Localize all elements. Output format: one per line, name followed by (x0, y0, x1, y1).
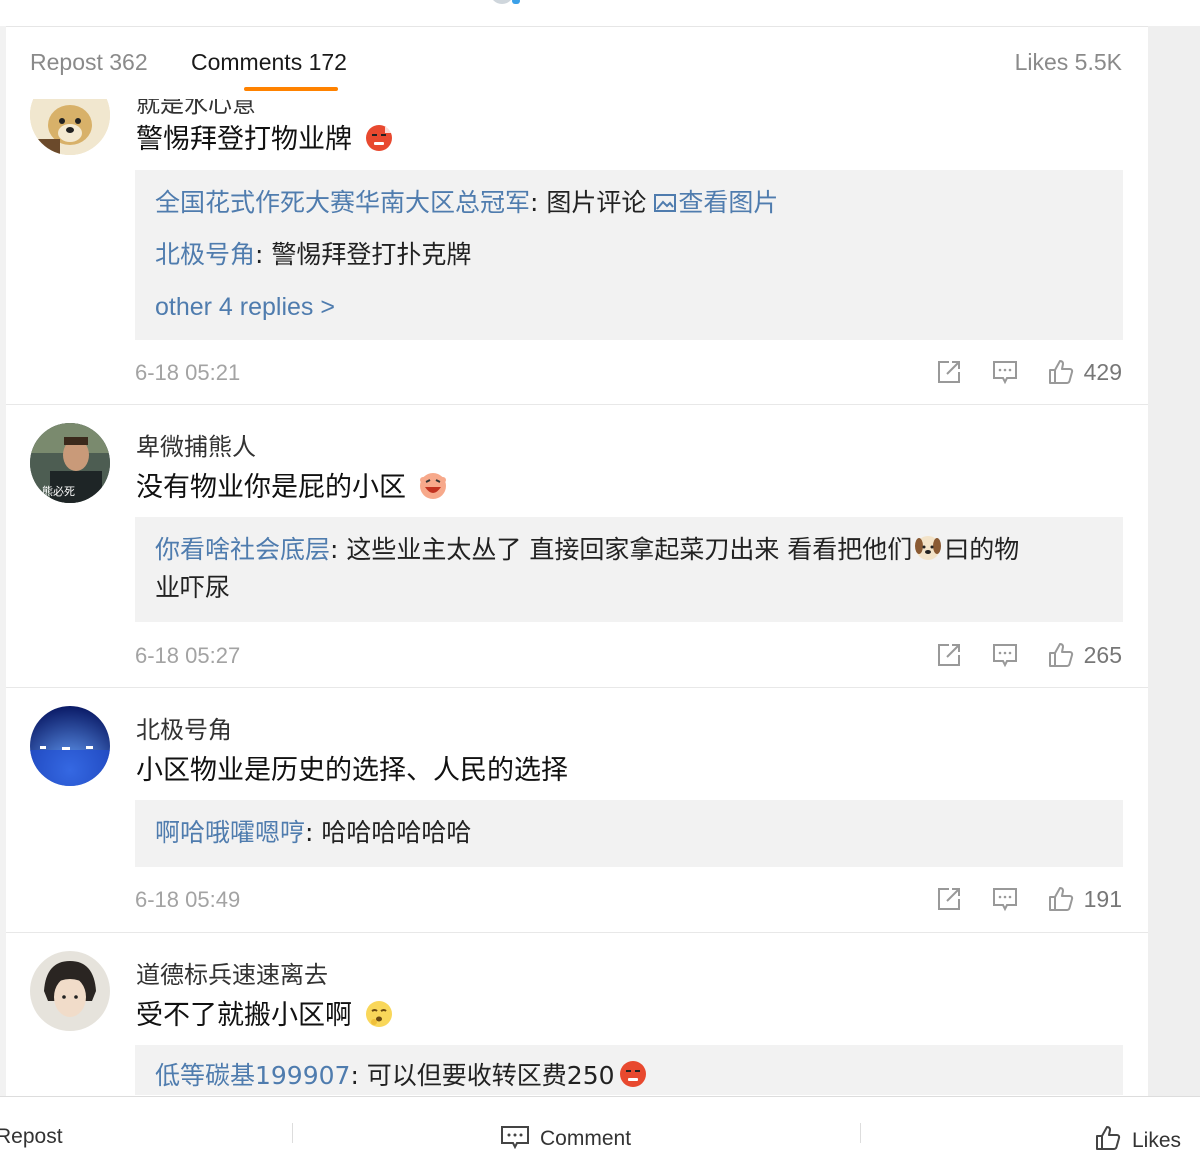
comment-item: 道德标兵速速离去 受不了就搬小区啊 低等碳基199907: 可以但要收转区费25… (6, 933, 1148, 1095)
tab-comments[interactable]: Comments 172 (191, 49, 347, 76)
top-avatar-fragment (490, 0, 514, 4)
avatar-caption: 熊必死 (42, 484, 75, 498)
share-icon[interactable] (936, 642, 962, 668)
reply-box[interactable]: 全国花式作死大赛华南大区总冠军: 图片评论 查看图片 北极号角: 警惕拜登打扑克… (135, 170, 1123, 340)
reply-text-tail: 曰的物 (944, 535, 1020, 564)
comment-author[interactable]: 道德标兵速速离去 (136, 955, 328, 990)
verified-badge-icon (512, 0, 520, 4)
like-button[interactable]: Likes (1094, 1125, 1181, 1153)
reply-item: 全国花式作死大赛华南大区总冠军: 图片评论 查看图片 (155, 184, 778, 222)
like-icon[interactable] (1048, 642, 1074, 668)
reply-box[interactable]: 低等碳基199907: 可以但要收转区费250 (135, 1045, 1123, 1095)
comment-text: 没有物业你是屁的小区 (136, 465, 447, 504)
like-count: 265 (1083, 641, 1122, 668)
comment-author[interactable]: 北极号角 (136, 710, 232, 745)
top-bar (0, 0, 1200, 27)
share-icon[interactable] (936, 886, 962, 912)
share-icon[interactable] (936, 359, 962, 385)
reply-item-continued: 业吓尿 (155, 569, 230, 607)
reply-text: : 可以但要收转区费250 (350, 1061, 615, 1090)
comment-button[interactable]: Comment (500, 1125, 631, 1151)
like-icon (1096, 1126, 1121, 1150)
comment-icon[interactable] (992, 359, 1018, 385)
comment-icon[interactable] (992, 886, 1018, 912)
tab-bar: Repost 362 Comments 172 Likes 5.5K (6, 27, 1148, 100)
reply-box[interactable]: 你看啥社会底层: 这些业主太丛了 直接回家拿起菜刀出来 看看把他们 曰的物 业吓尿 (135, 517, 1123, 622)
comment-text-content: 警惕拜登打物业牌 (136, 124, 352, 155)
more-replies-link[interactable]: other 4 replies > (155, 293, 335, 321)
reply-item: 低等碳基199907: 可以但要收转区费250 (155, 1057, 647, 1095)
comment-actions: 191 (906, 884, 1122, 914)
more-replies-item: other 4 replies > (155, 288, 335, 326)
reply-item: 北极号角: 警惕拜登打扑克牌 (155, 236, 471, 274)
reply-item: 你看啥社会底层: 这些业主太丛了 直接回家拿起菜刀出来 看看把他们 曰的物 (155, 531, 1019, 569)
tab-repost[interactable]: Repost 362 (30, 49, 148, 76)
comment-text: 受不了就搬小区啊 (136, 993, 393, 1032)
avatar[interactable] (30, 706, 110, 786)
comment-text: 警惕拜登打物业牌 (136, 117, 393, 156)
dog-face-icon (914, 534, 942, 562)
reply-text: : 这些业主太丛了 直接回家拿起菜刀出来 看看把他们 (330, 535, 913, 564)
view-image-link[interactable]: 查看图片 (654, 188, 778, 217)
reply-item: 啊哈哦嚯嗯哼: 哈哈哈哈哈哈 (155, 814, 471, 852)
repost-button[interactable]: Repost (0, 1125, 63, 1149)
reply-text: : 哈哈哈哈哈哈 (305, 818, 472, 847)
like-icon[interactable] (1048, 886, 1074, 912)
tab-likes[interactable]: Likes 5.5K (1015, 49, 1122, 76)
reply-author[interactable]: 北极号角 (155, 240, 255, 269)
laughing-face-icon (419, 472, 447, 500)
comment-text: 小区物业是历史的选择、人民的选择 (136, 748, 568, 787)
reply-text: : 警惕拜登打扑克牌 (255, 240, 472, 269)
comment-timestamp: 6-18 05:49 (135, 887, 241, 912)
like-icon[interactable] (1048, 359, 1074, 385)
view-image-label: 查看图片 (678, 188, 779, 217)
active-tab-indicator (244, 87, 338, 91)
comment-icon (501, 1126, 529, 1150)
comment-icon[interactable] (992, 642, 1018, 668)
like-count: 191 (1083, 885, 1122, 912)
comment-author[interactable]: 就是水心意 (136, 99, 256, 119)
bottom-action-bar: Repost Comment Likes (0, 1096, 1200, 1152)
reply-author[interactable]: 全国花式作死大赛华南大区总冠军 (155, 188, 530, 217)
reply-box[interactable]: 啊哈哦嚯嗯哼: 哈哈哈哈哈哈 (135, 800, 1123, 867)
like-button-label: Likes (1132, 1129, 1182, 1152)
divider (292, 1123, 293, 1143)
comment-timestamp: 6-18 05:27 (135, 643, 241, 668)
divider (860, 1123, 861, 1143)
comment-button-label: Comment (540, 1127, 632, 1150)
angry-face-icon (619, 1060, 647, 1088)
angry-face-icon (365, 124, 393, 152)
reply-text: : 图片评论 (530, 188, 655, 217)
right-gutter (1148, 26, 1200, 1096)
reply-author[interactable]: 你看啥社会底层 (155, 535, 330, 564)
comment-item: 熊必死 卑微捕熊人 没有物业你是屁的小区 你看啥社会底层: 这些业主太丛了 直接… (6, 405, 1148, 688)
avatar[interactable] (30, 951, 110, 1031)
comment-text-content: 受不了就搬小区啊 (136, 1000, 352, 1031)
comment-text-content: 没有物业你是屁的小区 (136, 472, 406, 503)
comment-item: 就是水心意 警惕拜登打物业牌 全国花式作死大赛华南大区总冠军: 图片评论 查看图… (6, 99, 1148, 405)
comment-author[interactable]: 卑微捕熊人 (136, 427, 256, 462)
yawning-face-icon (365, 1000, 393, 1028)
avatar[interactable] (30, 99, 110, 155)
reply-author[interactable]: 啊哈哦嚯嗯哼 (155, 818, 305, 847)
comment-timestamp: 6-18 05:21 (135, 360, 241, 385)
comment-actions: 429 (906, 357, 1122, 387)
reply-author[interactable]: 低等碳基199907 (155, 1061, 350, 1090)
avatar[interactable]: 熊必死 (30, 423, 110, 503)
comment-item: 北极号角 小区物业是历史的选择、人民的选择 啊哈哦嚯嗯哼: 哈哈哈哈哈哈 6-1… (6, 688, 1148, 933)
like-count: 429 (1083, 358, 1122, 385)
comment-feed: 就是水心意 警惕拜登打物业牌 全国花式作死大赛华南大区总冠军: 图片评论 查看图… (6, 99, 1148, 1095)
reply-text-line2: 业吓尿 (155, 573, 231, 602)
comment-actions: 265 (906, 640, 1122, 670)
comment-text-content: 小区物业是历史的选择、人民的选择 (136, 755, 568, 786)
